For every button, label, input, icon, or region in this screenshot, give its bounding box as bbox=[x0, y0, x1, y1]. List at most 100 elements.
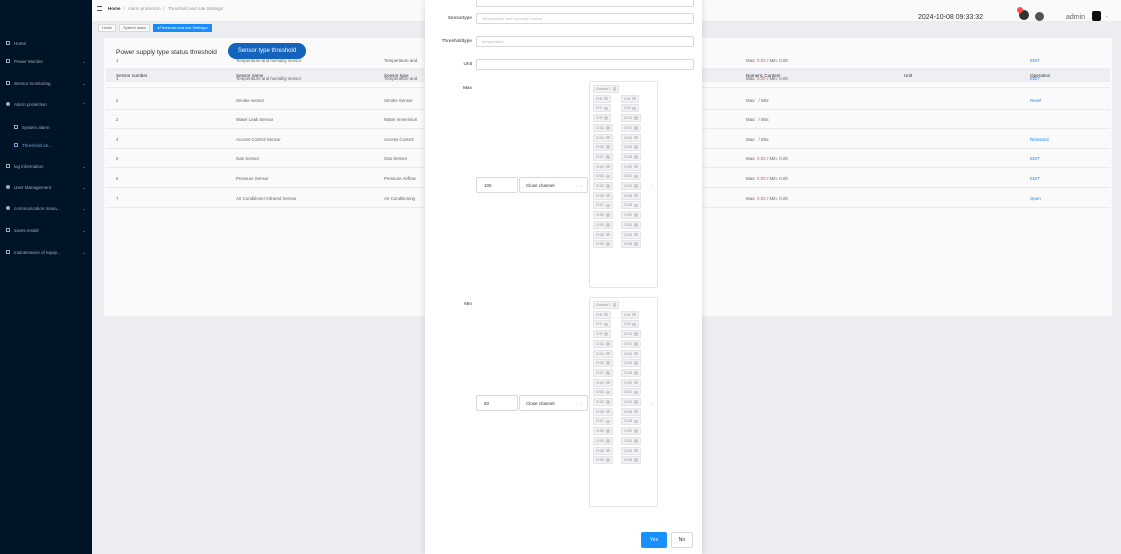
remove-chip-icon[interactable] bbox=[632, 96, 636, 101]
max-channel-chip[interactable]: CH6 bbox=[621, 94, 639, 103]
min-channel-chip[interactable]: CH35 bbox=[593, 456, 613, 465]
max-channel-chip[interactable]: CH34 bbox=[621, 230, 641, 239]
min-channel-chip[interactable]: CH7 bbox=[593, 320, 611, 329]
remove-chip-icon[interactable] bbox=[606, 351, 610, 356]
remove-chip-icon[interactable] bbox=[606, 193, 610, 198]
max-channel-chip[interactable]: CH25 bbox=[593, 191, 613, 200]
min-channel-chip[interactable]: CH33 bbox=[593, 446, 613, 455]
remove-chip-icon[interactable] bbox=[604, 96, 608, 101]
remove-chip-icon[interactable] bbox=[612, 303, 617, 307]
remove-chip-icon[interactable] bbox=[634, 439, 638, 443]
remove-chip-icon[interactable] bbox=[634, 380, 638, 385]
min-channel-chip[interactable]: CH26 bbox=[621, 407, 641, 416]
min-channel-chip[interactable]: CH17 bbox=[593, 368, 613, 377]
remove-chip-icon[interactable] bbox=[606, 429, 610, 433]
max-channel-chip[interactable]: CH36 bbox=[621, 240, 641, 249]
remove-chip-icon[interactable] bbox=[634, 174, 638, 179]
remove-chip-icon[interactable] bbox=[634, 116, 638, 120]
min-channel-chip[interactable]: CH31 bbox=[593, 436, 613, 445]
remove-chip-icon[interactable] bbox=[634, 448, 638, 453]
remove-chip-icon[interactable] bbox=[606, 361, 610, 365]
max-channel-chip[interactable]: CH20 bbox=[621, 162, 641, 171]
remove-chip-icon[interactable] bbox=[604, 312, 608, 317]
min-channel-chip[interactable]: CH20 bbox=[621, 378, 641, 387]
unit-input[interactable] bbox=[476, 59, 694, 70]
min-channel-chip[interactable]: CH30 bbox=[621, 427, 641, 436]
remove-chip-icon[interactable] bbox=[634, 242, 638, 246]
min-channel-select[interactable]: Close channel ⌄ bbox=[519, 395, 588, 411]
min-channel-chip[interactable]: CH11 bbox=[593, 339, 613, 348]
remove-chip-icon[interactable] bbox=[606, 409, 610, 414]
min-channel-chip[interactable]: CH13 bbox=[593, 349, 613, 358]
max-channel-select[interactable]: Close channel ⌄ bbox=[519, 177, 588, 193]
remove-chip-icon[interactable] bbox=[634, 371, 638, 375]
remove-chip-icon[interactable] bbox=[634, 400, 638, 404]
remove-chip-icon[interactable] bbox=[612, 87, 617, 91]
remove-chip-icon[interactable] bbox=[634, 135, 638, 140]
max-channel-chip[interactable]: CH11 bbox=[593, 123, 613, 132]
max-channel-list[interactable]: Channel 1 CH5 CH6 CH7 CH8 CH9 CH10 CH11 CH12 CH13… bbox=[589, 81, 658, 288]
min-channel-chip[interactable]: CH8 bbox=[621, 320, 639, 329]
chevron-down-icon[interactable]: ⌄ bbox=[651, 183, 654, 188]
max-channel-chip[interactable]: CH7 bbox=[593, 104, 611, 113]
no-button[interactable]: No bbox=[671, 532, 693, 548]
sensortype-input[interactable]: Temperature and Humidity Sensor bbox=[476, 13, 694, 24]
remove-chip-icon[interactable] bbox=[606, 439, 610, 443]
remove-chip-icon[interactable] bbox=[634, 409, 638, 414]
remove-chip-icon[interactable] bbox=[604, 332, 608, 336]
remove-chip-icon[interactable] bbox=[634, 458, 638, 462]
min-channel-chip[interactable]: CH19 bbox=[593, 378, 613, 387]
remove-chip-icon[interactable] bbox=[634, 332, 638, 336]
remove-chip-icon[interactable] bbox=[606, 448, 610, 453]
max-channel-chip[interactable]: CH21 bbox=[593, 172, 613, 181]
min-channel-chip[interactable]: CH6 bbox=[621, 310, 639, 319]
min-channel-chip[interactable]: CH9 bbox=[593, 330, 611, 339]
remove-chip-icon[interactable] bbox=[634, 164, 638, 169]
remove-chip-icon[interactable] bbox=[604, 322, 608, 327]
yes-button[interactable]: Yes bbox=[641, 532, 667, 548]
remove-chip-icon[interactable] bbox=[606, 232, 610, 237]
min-channel-list[interactable]: Channel 1 CH5 CH6 CH7 CH8 CH9 CH10 CH11 CH12 CH13… bbox=[589, 297, 658, 507]
max-channel-chip[interactable]: CH13 bbox=[593, 133, 613, 142]
remove-chip-icon[interactable] bbox=[634, 232, 638, 237]
max-channel-chip[interactable]: Channel 1 bbox=[593, 85, 620, 93]
remove-chip-icon[interactable] bbox=[634, 145, 638, 149]
remove-chip-icon[interactable] bbox=[606, 213, 610, 217]
remove-chip-icon[interactable] bbox=[606, 400, 610, 404]
min-channel-chip[interactable]: Channel 1 bbox=[593, 301, 620, 309]
remove-chip-icon[interactable] bbox=[605, 126, 610, 130]
remove-chip-icon[interactable] bbox=[606, 184, 610, 188]
max-channel-chip[interactable]: CH16 bbox=[621, 143, 641, 152]
thresholdtype-input[interactable]: temperature bbox=[476, 36, 694, 47]
max-channel-chip[interactable]: CH18 bbox=[621, 152, 641, 161]
remove-chip-icon[interactable] bbox=[634, 184, 638, 188]
max-channel-chip[interactable]: CH17 bbox=[593, 152, 613, 161]
remove-chip-icon[interactable] bbox=[606, 203, 610, 208]
max-channel-chip[interactable]: CH27 bbox=[593, 201, 613, 210]
remove-chip-icon[interactable] bbox=[632, 312, 636, 317]
min-channel-chip[interactable]: CH12 bbox=[621, 339, 641, 348]
max-channel-chip[interactable]: CH30 bbox=[621, 211, 641, 220]
remove-chip-icon[interactable] bbox=[606, 390, 610, 395]
remove-chip-icon[interactable] bbox=[606, 458, 610, 462]
min-channel-chip[interactable]: CH36 bbox=[621, 456, 641, 465]
max-channel-chip[interactable]: CH23 bbox=[593, 182, 613, 190]
remove-chip-icon[interactable] bbox=[634, 361, 638, 365]
remove-chip-icon[interactable] bbox=[606, 223, 610, 227]
remove-chip-icon[interactable] bbox=[634, 390, 638, 395]
remove-chip-icon[interactable] bbox=[634, 429, 638, 433]
max-channel-chip[interactable]: CH14 bbox=[621, 133, 641, 142]
min-channel-chip[interactable]: CH23 bbox=[593, 398, 613, 406]
max-channel-chip[interactable]: CH22 bbox=[621, 172, 641, 181]
min-channel-chip[interactable]: CH5 bbox=[593, 310, 611, 319]
min-channel-chip[interactable]: CH22 bbox=[621, 388, 641, 397]
remove-chip-icon[interactable] bbox=[634, 351, 638, 356]
remove-chip-icon[interactable] bbox=[606, 145, 610, 149]
max-channel-chip[interactable]: CH8 bbox=[621, 104, 639, 113]
min-channel-chip[interactable]: CH14 bbox=[621, 349, 641, 358]
max-channel-chip[interactable]: CH5 bbox=[593, 94, 611, 103]
remove-chip-icon[interactable] bbox=[605, 342, 610, 346]
max-channel-chip[interactable]: CH31 bbox=[593, 220, 613, 229]
max-channel-chip[interactable]: CH35 bbox=[593, 240, 613, 249]
remove-chip-icon[interactable] bbox=[632, 106, 636, 111]
